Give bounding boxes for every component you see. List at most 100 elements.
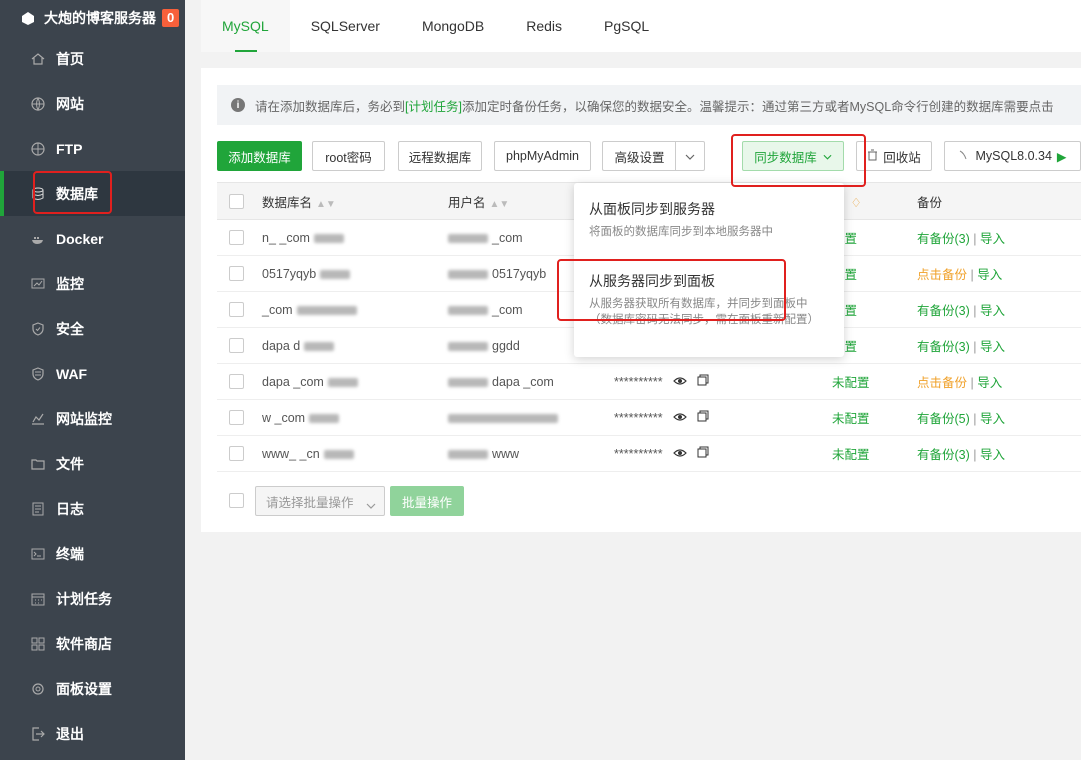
table-row: www_ _cn www ********** 未配置 有备份(3) | 导入 <box>217 435 1081 472</box>
backup-link[interactable]: 有备份(5) <box>917 412 970 426</box>
sidebar-item-calendar[interactable]: 计划任务 <box>0 576 185 621</box>
root-password-button[interactable]: root密码 <box>312 141 385 171</box>
backup-link[interactable]: 有备份(3) <box>917 232 970 246</box>
copy-icon[interactable] <box>697 374 709 389</box>
redacted-mark <box>313 233 344 243</box>
password-cell: ********** <box>614 399 832 436</box>
highlight-sync-server-to-panel <box>557 259 786 321</box>
row-checkbox[interactable] <box>229 266 244 282</box>
sync-panel-to-server-item[interactable]: 从面板同步到服务器 将面板的数据库同步到本地服务器中 <box>589 199 773 240</box>
sidebar-item-log[interactable]: 日志 <box>0 486 185 531</box>
redacted-mark <box>323 449 354 459</box>
chevron-down-icon <box>685 149 695 163</box>
sidebar-item-label: 面板设置 <box>56 680 112 697</box>
redacted-mark <box>448 449 488 459</box>
backup-link[interactable]: 有备份(3) <box>917 448 970 462</box>
col-quota: 量♢ <box>832 182 917 220</box>
backup-link[interactable]: 有备份(3) <box>917 304 970 318</box>
import-link[interactable]: 导入 <box>980 232 1005 246</box>
play-icon: ▶ <box>1056 149 1067 164</box>
sidebar-item-logout[interactable]: 退出 <box>0 711 185 756</box>
row-checkbox[interactable] <box>229 230 244 246</box>
import-link[interactable]: 导入 <box>977 268 1002 282</box>
sidebar-item-label: 日志 <box>56 500 84 517</box>
import-link[interactable]: 导入 <box>980 340 1005 354</box>
quota-cell[interactable]: 未配置 <box>832 435 917 472</box>
sidebar-item-terminal[interactable]: 终端 <box>0 531 185 576</box>
sidebar-item-label: 安全 <box>56 320 84 337</box>
tab-mongodb[interactable]: MongoDB <box>401 0 505 52</box>
quota-cell[interactable]: 配置 <box>832 291 917 328</box>
info-icon: i <box>231 98 245 112</box>
eye-icon[interactable] <box>672 411 687 425</box>
tip-prefix: 请在添加数据库后，务必到 <box>255 99 406 114</box>
add-database-button[interactable]: 添加数据库 <box>217 141 302 171</box>
sidebar-item-waf[interactable]: WAF <box>0 351 185 396</box>
copy-icon[interactable] <box>697 446 709 461</box>
tab-redis[interactable]: Redis <box>505 0 583 52</box>
mysql-version-button[interactable]: MySQL8.0.34 ▶ <box>944 141 1081 171</box>
quota-cell[interactable]: 配置 <box>832 327 917 364</box>
sidebar-item-label: 软件商店 <box>56 635 112 652</box>
sidebar-item-shield[interactable]: 安全 <box>0 306 185 351</box>
backup-cell: 有备份(5) | 导入 <box>917 399 1081 436</box>
bulk-select-checkbox[interactable] <box>229 493 244 508</box>
phpmyadmin-button[interactable]: phpMyAdmin <box>494 141 591 171</box>
col-backup: 备份 <box>917 182 1081 220</box>
redacted-mark <box>320 269 351 279</box>
sidebar-item-globe[interactable]: 网站 <box>0 81 185 126</box>
separator: | <box>970 268 974 282</box>
sort-icon: ▲▼ <box>316 198 336 210</box>
sidebar-item-folder[interactable]: 文件 <box>0 441 185 486</box>
sidebar-item-ftp[interactable]: FTP <box>0 126 185 171</box>
backup-link[interactable]: 点击备份 <box>917 268 967 282</box>
bulk-action-button[interactable]: 批量操作 <box>390 486 464 516</box>
backup-link[interactable]: 点击备份 <box>917 376 967 390</box>
tab-mysql[interactable]: MySQL <box>201 0 290 52</box>
import-link[interactable]: 导入 <box>980 304 1005 318</box>
username-cell: www <box>448 435 614 472</box>
sidebar-item-grid[interactable]: 软件商店 <box>0 621 185 666</box>
sidebar-item-chart[interactable]: 网站监控 <box>0 396 185 441</box>
backup-link[interactable]: 有备份(3) <box>917 340 970 354</box>
sidebar-item-docker[interactable]: Docker <box>0 216 185 261</box>
sidebar-item-gear[interactable]: 面板设置 <box>0 666 185 711</box>
sidebar-item-home[interactable]: 首页 <box>0 36 185 81</box>
recycle-bin-button[interactable]: 回收站 <box>856 141 932 171</box>
row-checkbox[interactable] <box>229 302 244 318</box>
server-logo-icon <box>20 10 36 26</box>
import-link[interactable]: 导入 <box>980 448 1005 462</box>
import-link[interactable]: 导入 <box>980 412 1005 426</box>
eye-icon[interactable] <box>672 447 687 461</box>
advanced-settings-button[interactable]: 高级设置 <box>602 141 676 171</box>
quota-cell[interactable]: 配置 <box>832 219 917 256</box>
tip-link-cron[interactable]: [计划任务] <box>405 96 462 115</box>
copy-icon[interactable] <box>697 410 709 425</box>
server-title: 大炮的博客服务器 <box>44 10 156 26</box>
terminal-icon <box>30 546 46 562</box>
sidebar-item-label: 首页 <box>56 50 84 67</box>
eye-icon[interactable] <box>672 375 687 389</box>
mysql-version-label: MySQL8.0.34 <box>975 149 1052 163</box>
row-checkbox[interactable] <box>229 446 244 462</box>
sidebar-item-monitor[interactable]: 监控 <box>0 261 185 306</box>
tab-sqlserver[interactable]: SQLServer <box>290 0 401 52</box>
advanced-dropdown-button[interactable] <box>675 141 705 171</box>
col-dbname[interactable]: 数据库名 ▲▼ <box>262 182 448 220</box>
import-link[interactable]: 导入 <box>977 376 1002 390</box>
home-icon <box>30 51 46 67</box>
sidebar-item-label: 网站监控 <box>56 410 112 427</box>
select-all-checkbox[interactable] <box>229 193 244 209</box>
quota-cell[interactable]: 配置 <box>832 255 917 292</box>
row-checkbox[interactable] <box>229 410 244 426</box>
quota-cell[interactable]: 未配置 <box>832 399 917 436</box>
separator: | <box>973 232 977 246</box>
quota-cell[interactable]: 未配置 <box>832 363 917 400</box>
backup-cell: 有备份(3) | 导入 <box>917 327 1081 364</box>
tab-pgsql[interactable]: PgSQL <box>583 0 670 52</box>
remote-database-button[interactable]: 远程数据库 <box>398 141 482 171</box>
notification-badge[interactable]: 0 <box>162 9 180 27</box>
row-checkbox[interactable] <box>229 374 244 390</box>
row-checkbox[interactable] <box>229 338 244 354</box>
bulk-action-select[interactable]: 请选择批量操作 <box>255 486 385 516</box>
